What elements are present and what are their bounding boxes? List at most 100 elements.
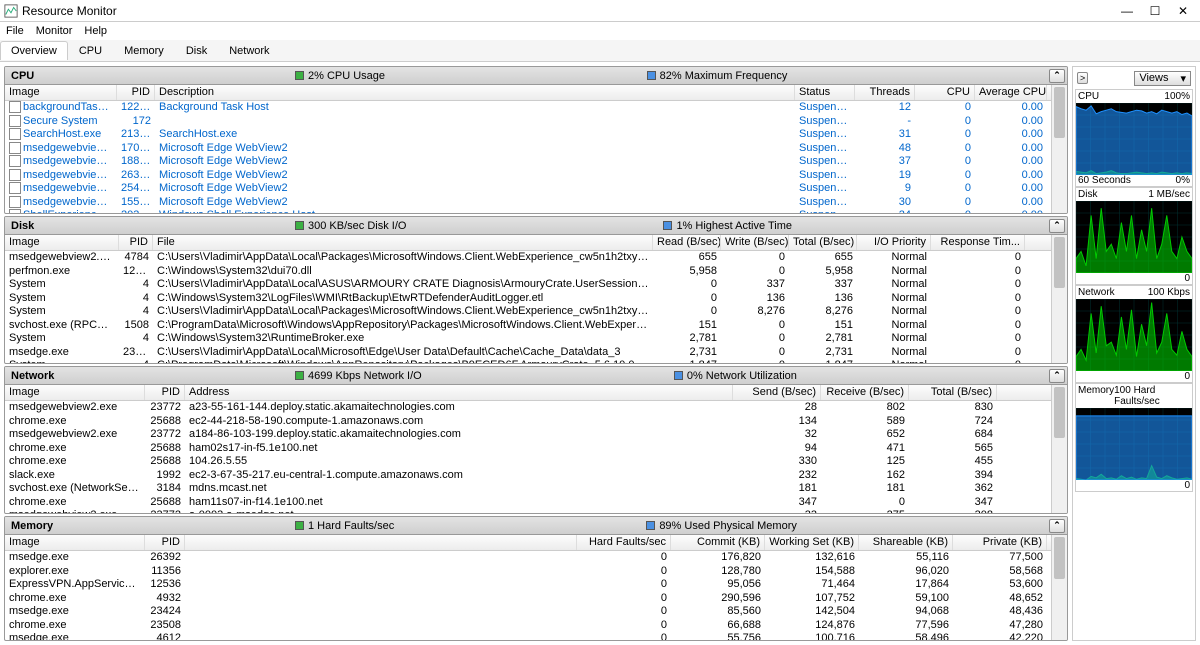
table-row[interactable]: System4C:\Windows\System32\RuntimeBroker… <box>5 332 1051 346</box>
table-row[interactable]: SearchHost.exe21380SearchHost.exeSuspend… <box>5 128 1051 142</box>
menu-monitor[interactable]: Monitor <box>36 25 73 37</box>
checkbox[interactable] <box>9 196 21 208</box>
memory-panel: Memory 1 Hard Faults/sec 89% Used Physic… <box>4 516 1068 641</box>
table-row[interactable]: msedgewebview2.exe4784C:\Users\Vladimir\… <box>5 251 1051 265</box>
tab-disk[interactable]: Disk <box>175 41 218 60</box>
cpu-column-headers[interactable]: ImagePIDDescriptionStatusThreadsCPUAvera… <box>5 85 1051 101</box>
checkbox[interactable] <box>9 182 21 194</box>
table-row[interactable]: System4C:\Windows\System32\LogFiles\WMI\… <box>5 292 1051 306</box>
table-row[interactable]: chrome.exe23508066,688124,87677,59647,28… <box>5 619 1051 633</box>
checkbox[interactable] <box>9 128 21 140</box>
checkbox[interactable] <box>9 209 21 213</box>
checkbox[interactable] <box>9 155 21 167</box>
table-row[interactable]: chrome.exe25688ham11s07-in-f14.1e100.net… <box>5 496 1051 510</box>
table-row[interactable]: msedge.exe263920176,820132,61655,11677,5… <box>5 551 1051 565</box>
table-row[interactable]: chrome.exe25688ec2-44-218-58-190.compute… <box>5 415 1051 429</box>
disk-active-label: 1% Highest Active Time <box>676 220 792 232</box>
menubar: File Monitor Help <box>0 22 1200 40</box>
table-row[interactable]: msedgewebview2.exe25464Microsoft Edge We… <box>5 182 1051 196</box>
table-row[interactable]: svchost.exe (RPCSS -p)1508C:\ProgramData… <box>5 319 1051 333</box>
table-row[interactable]: chrome.exe25688ham02s17-in-f5.1e100.net9… <box>5 442 1051 456</box>
disk-title: Disk <box>5 220 115 232</box>
chart-cpu: CPU100%60 Seconds0% <box>1075 89 1193 187</box>
table-row[interactable]: msedgewebview2.exe23772a23-55-161-144.de… <box>5 401 1051 415</box>
table-row[interactable]: msedge.exe23424085,560142,50494,06848,43… <box>5 605 1051 619</box>
chevron-down-icon: ▾ <box>1180 72 1186 85</box>
table-row[interactable]: msedgewebview2.exe17016Microsoft Edge We… <box>5 142 1051 156</box>
minimize-button[interactable]: — <box>1120 4 1134 18</box>
network-panel: Network 4699 Kbps Network I/O 0% Network… <box>4 366 1068 514</box>
memory-column-headers[interactable]: ImagePIDHard Faults/secCommit (KB)Workin… <box>5 535 1051 551</box>
maximize-button[interactable]: ☐ <box>1148 4 1162 18</box>
titlebar: Resource Monitor — ☐ ✕ <box>0 0 1200 22</box>
views-dropdown[interactable]: Views▾ <box>1134 71 1191 86</box>
collapse-button[interactable]: ⌃ <box>1049 69 1065 83</box>
table-row[interactable]: chrome.exe25688104.26.5.55330125455 <box>5 455 1051 469</box>
chart-memory: Memory100 Hard Faults/sec0 <box>1075 383 1193 492</box>
chart-disk: Disk1 MB/sec0 <box>1075 187 1193 285</box>
mem-faults-label: 1 Hard Faults/sec <box>308 520 394 532</box>
table-row[interactable]: msedgewebview2.exe23772a-0003.a-msedge.n… <box>5 509 1051 513</box>
table-row[interactable]: msedgewebview2.exe18848Microsoft Edge We… <box>5 155 1051 169</box>
table-row[interactable]: Secure System172Suspended-00.00 <box>5 115 1051 129</box>
table-row[interactable]: explorer.exe113560128,780154,58896,02058… <box>5 565 1051 579</box>
cpu-title: CPU <box>5 70 115 82</box>
collapse-button[interactable]: ⌃ <box>1049 369 1065 383</box>
menu-file[interactable]: File <box>6 25 24 37</box>
square-icon <box>295 221 304 230</box>
cpu-panel: CPU 2% CPU Usage 82% Maximum Frequency ⌃… <box>4 66 1068 214</box>
table-row[interactable]: msedgewebview2.exe15540Microsoft Edge We… <box>5 196 1051 210</box>
checkbox[interactable] <box>9 169 21 181</box>
square-icon <box>674 371 683 380</box>
table-row[interactable]: backgroundTaskHost.exe12224Background Ta… <box>5 101 1051 115</box>
scrollbar[interactable] <box>1051 85 1067 213</box>
scrollbar[interactable] <box>1051 535 1067 640</box>
checkbox[interactable] <box>9 142 21 154</box>
scrollbar[interactable] <box>1051 385 1067 513</box>
checkbox[interactable] <box>9 115 21 127</box>
table-row[interactable]: System4C:\Users\Vladimir\AppData\Local\P… <box>5 305 1051 319</box>
table-row[interactable]: ShellExperienceHost.exe20348Windows Shel… <box>5 209 1051 213</box>
disk-panel: Disk 300 KB/sec Disk I/O 1% Highest Acti… <box>4 216 1068 364</box>
side-charts: > Views▾ CPU100%60 Seconds0%Disk1 MB/sec… <box>1072 66 1196 641</box>
tab-network[interactable]: Network <box>218 41 280 60</box>
memory-title: Memory <box>5 520 115 532</box>
checkbox[interactable] <box>9 101 21 113</box>
tab-overview[interactable]: Overview <box>0 41 68 60</box>
table-row[interactable]: slack.exe1992ec2-3-67-35-217.eu-central-… <box>5 469 1051 483</box>
square-icon <box>295 521 304 530</box>
square-icon <box>646 521 655 530</box>
square-icon <box>295 371 304 380</box>
scrollbar[interactable] <box>1051 235 1067 363</box>
disk-column-headers[interactable]: ImagePIDFileRead (B/sec)Write (B/sec)Tot… <box>5 235 1051 251</box>
net-io-label: 4699 Kbps Network I/O <box>308 370 422 382</box>
tab-memory[interactable]: Memory <box>113 41 175 60</box>
square-icon <box>295 71 304 80</box>
square-icon <box>647 71 656 80</box>
net-util-label: 0% Network Utilization <box>687 370 797 382</box>
table-row[interactable]: msedge.exe23720C:\Users\Vladimir\AppData… <box>5 346 1051 360</box>
tab-cpu[interactable]: CPU <box>68 41 113 60</box>
table-row[interactable]: msedge.exe4612055,756100,71658,49642,220 <box>5 632 1051 640</box>
square-icon <box>663 221 672 230</box>
table-row[interactable]: svchost.exe (NetworkService -p)3184mdns.… <box>5 482 1051 496</box>
tabbar: Overview CPU Memory Disk Network <box>0 40 1200 62</box>
side-collapse-button[interactable]: > <box>1077 72 1088 84</box>
network-column-headers[interactable]: ImagePIDAddressSend (B/sec)Receive (B/se… <box>5 385 1051 401</box>
table-row[interactable]: msedgewebview2.exe23772a184-86-103-199.d… <box>5 428 1051 442</box>
close-button[interactable]: ✕ <box>1176 4 1190 18</box>
table-row[interactable]: ExpressVPN.AppService.exe12536095,05671,… <box>5 578 1051 592</box>
table-row[interactable]: perfmon.exe12900C:\Windows\System32\dui7… <box>5 265 1051 279</box>
mem-used-label: 89% Used Physical Memory <box>659 520 797 532</box>
table-row[interactable]: msedgewebview2.exe26348Microsoft Edge We… <box>5 169 1051 183</box>
menu-help[interactable]: Help <box>84 25 107 37</box>
network-title: Network <box>5 370 115 382</box>
table-row[interactable]: System4C:\ProgramData\Microsoft\Windows\… <box>5 359 1051 363</box>
cpu-usage-label: 2% CPU Usage <box>308 70 385 82</box>
app-icon <box>4 4 18 18</box>
cpu-freq-label: 82% Maximum Frequency <box>660 70 788 82</box>
collapse-button[interactable]: ⌃ <box>1049 519 1065 533</box>
table-row[interactable]: chrome.exe49320290,596107,75259,10048,65… <box>5 592 1051 606</box>
table-row[interactable]: System4C:\Users\Vladimir\AppData\Local\A… <box>5 278 1051 292</box>
collapse-button[interactable]: ⌃ <box>1049 219 1065 233</box>
